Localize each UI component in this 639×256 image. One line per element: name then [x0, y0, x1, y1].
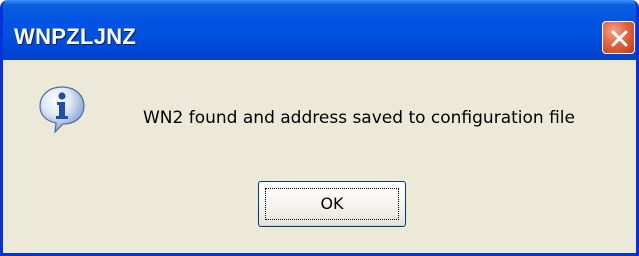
dialog-title: WNPZLJNZ [14, 24, 137, 49]
close-icon [611, 30, 628, 47]
info-icon [39, 86, 85, 134]
message-dialog: WNPZLJNZ WN2 found and address saved to … [0, 0, 639, 256]
ok-button-label: OK [320, 194, 344, 213]
ok-button[interactable]: OK [258, 181, 406, 227]
title-bar[interactable]: WNPZLJNZ [3, 0, 636, 60]
close-button[interactable] [602, 21, 635, 54]
dialog-message: WN2 found and address saved to configura… [143, 108, 575, 128]
